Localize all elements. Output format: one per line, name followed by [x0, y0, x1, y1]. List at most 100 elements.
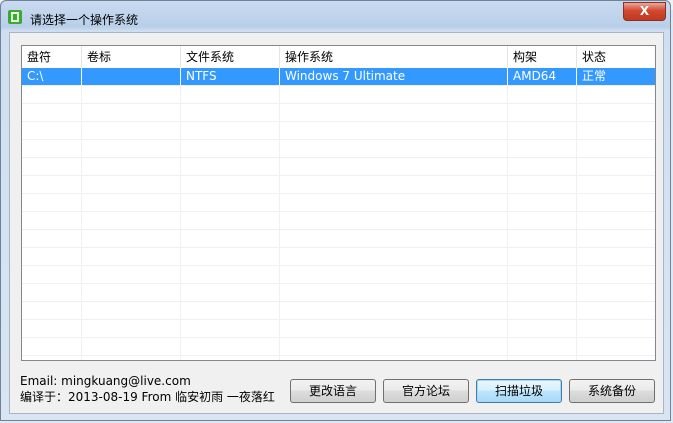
empty-cell [22, 284, 82, 301]
empty-row [22, 158, 655, 176]
empty-cell [22, 302, 82, 319]
empty-cell [181, 248, 280, 265]
title-bar[interactable]: 请选择一个操作系统 X [1, 1, 670, 33]
cell-os: Windows 7 Ultimate [280, 68, 508, 85]
empty-cell [508, 158, 577, 175]
close-button[interactable]: X [623, 2, 666, 21]
empty-cell [181, 230, 280, 247]
empty-cell [577, 248, 655, 265]
empty-cell [22, 320, 82, 337]
empty-cell [22, 338, 82, 355]
empty-cell [181, 122, 280, 139]
dialog-window: 请选择一个操作系统 X 盘符 卷标 文件系统 操作系统 构架 状态 C:\ NT… [0, 0, 671, 421]
empty-cell [22, 86, 82, 103]
empty-cell [181, 212, 280, 229]
empty-cell [22, 212, 82, 229]
empty-cell [181, 86, 280, 103]
empty-cell [280, 302, 508, 319]
dialog-client-area: 盘符 卷标 文件系统 操作系统 构架 状态 C:\ NTFS Windows 7… [9, 32, 664, 414]
empty-cell [22, 158, 82, 175]
column-header-volume[interactable]: 卷标 [82, 46, 181, 68]
table-row[interactable]: C:\ NTFS Windows 7 Ultimate AMD64 正常 [22, 68, 655, 86]
cell-arch: AMD64 [508, 68, 577, 85]
app-icon [8, 10, 22, 24]
empty-cell [181, 158, 280, 175]
empty-cell [280, 176, 508, 193]
empty-row [22, 266, 655, 284]
empty-cell [82, 158, 181, 175]
empty-cell [82, 320, 181, 337]
email-text: Email: mingkuang@live.com [20, 374, 191, 388]
change-language-button[interactable]: 更改语言 [290, 379, 376, 403]
empty-row [22, 122, 655, 140]
empty-cell [280, 248, 508, 265]
empty-cell [181, 338, 280, 355]
official-forum-button[interactable]: 官方论坛 [383, 379, 469, 403]
empty-cell [82, 140, 181, 157]
empty-cell [508, 194, 577, 211]
scan-junk-button[interactable]: 扫描垃圾 [476, 379, 562, 403]
os-list[interactable]: 盘符 卷标 文件系统 操作系统 构架 状态 C:\ NTFS Windows 7… [21, 45, 656, 361]
empty-cell [280, 266, 508, 283]
empty-row [22, 302, 655, 320]
empty-cell [181, 320, 280, 337]
column-header-os[interactable]: 操作系统 [280, 46, 508, 68]
empty-cell [82, 194, 181, 211]
empty-cell [181, 266, 280, 283]
empty-cell [280, 140, 508, 157]
empty-cell [181, 194, 280, 211]
column-header-arch[interactable]: 构架 [508, 46, 577, 68]
empty-cell [82, 356, 181, 360]
column-header-status[interactable]: 状态 [577, 46, 655, 68]
empty-cell [181, 284, 280, 301]
empty-cell [22, 140, 82, 157]
empty-cell [280, 338, 508, 355]
empty-cell [508, 284, 577, 301]
empty-cell [577, 140, 655, 157]
empty-cell [82, 176, 181, 193]
empty-cell [22, 122, 82, 139]
empty-cell [577, 176, 655, 193]
empty-row [22, 194, 655, 212]
system-backup-button[interactable]: 系统备份 [569, 379, 655, 403]
empty-cell [280, 122, 508, 139]
empty-cell [82, 230, 181, 247]
empty-cell [82, 248, 181, 265]
empty-cell [280, 104, 508, 121]
empty-cell [181, 140, 280, 157]
empty-cell [577, 338, 655, 355]
empty-cell [577, 320, 655, 337]
empty-cell [280, 230, 508, 247]
empty-cell [577, 158, 655, 175]
empty-row [22, 230, 655, 248]
column-header-drive[interactable]: 盘符 [22, 46, 82, 68]
empty-cell [280, 212, 508, 229]
empty-cell [577, 86, 655, 103]
empty-cell [82, 122, 181, 139]
cell-volume [82, 68, 181, 85]
empty-row [22, 140, 655, 158]
empty-cell [280, 158, 508, 175]
empty-row [22, 104, 655, 122]
empty-cell [508, 104, 577, 121]
empty-cell [82, 302, 181, 319]
column-header-filesystem[interactable]: 文件系统 [181, 46, 280, 68]
empty-cell [82, 104, 181, 121]
empty-cell [577, 194, 655, 211]
empty-cell [82, 266, 181, 283]
empty-cell [22, 176, 82, 193]
close-icon: X [639, 4, 650, 18]
empty-cell [82, 212, 181, 229]
list-header: 盘符 卷标 文件系统 操作系统 构架 状态 [22, 46, 655, 69]
empty-cell [508, 86, 577, 103]
empty-cell [508, 338, 577, 355]
empty-row [22, 212, 655, 230]
empty-cell [280, 320, 508, 337]
empty-cell [82, 338, 181, 355]
empty-row [22, 338, 655, 356]
empty-cell [22, 230, 82, 247]
empty-row [22, 284, 655, 302]
empty-cell [508, 302, 577, 319]
empty-row [22, 356, 655, 360]
cell-filesystem: NTFS [181, 68, 280, 85]
